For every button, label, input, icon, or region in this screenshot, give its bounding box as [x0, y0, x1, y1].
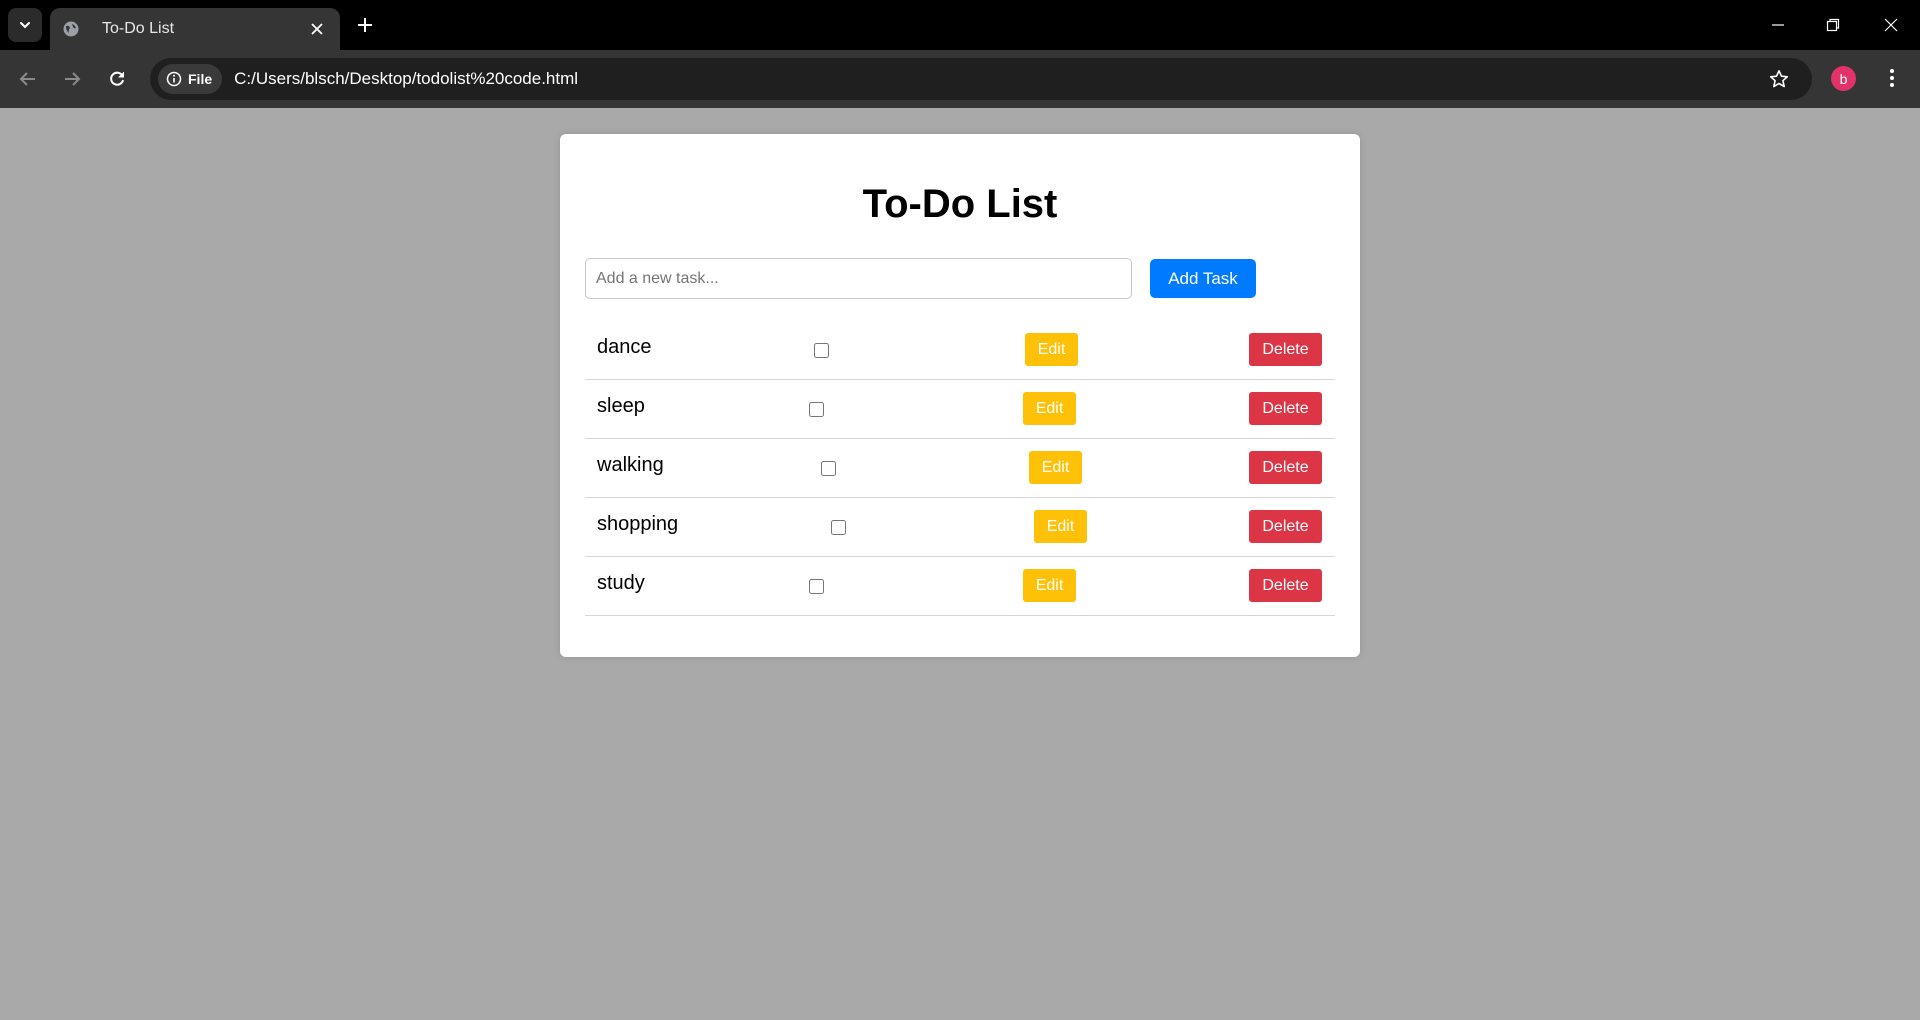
edit-task-button[interactable]: Edit — [1025, 333, 1078, 366]
task-row: study Edit Delete — [585, 557, 1335, 616]
arrow-left-icon — [19, 72, 35, 86]
task-text: shopping — [597, 513, 679, 535]
todo-card: To-Do List Add Task dance Edit Delete sl… — [560, 134, 1360, 657]
delete-task-button[interactable]: Delete — [1249, 333, 1322, 366]
delete-task-button[interactable]: Delete — [1249, 451, 1322, 484]
task-complete-checkbox[interactable] — [831, 520, 846, 535]
close-window-button[interactable] — [1876, 10, 1906, 40]
minimize-button[interactable] — [1763, 10, 1793, 40]
browser-tab[interactable]: To-Do List — [50, 8, 340, 50]
site-info-chip[interactable]: File — [158, 64, 223, 94]
task-text: sleep — [597, 395, 645, 417]
tab-search-button[interactable] — [8, 8, 42, 42]
chevron-down-icon — [20, 22, 30, 29]
task-complete-checkbox[interactable] — [809, 579, 824, 594]
page-title: To-Do List — [862, 182, 1058, 226]
task-row: dance Edit Delete — [585, 321, 1335, 380]
task-row: walking Edit Delete — [585, 439, 1335, 498]
arrow-right-icon — [65, 72, 81, 86]
task-row: shopping Edit Delete — [585, 498, 1335, 557]
minimize-icon — [1772, 24, 1784, 26]
profile-avatar[interactable]: b — [1831, 66, 1856, 91]
browser-menu-button[interactable] — [1878, 64, 1906, 92]
close-icon — [1884, 18, 1898, 32]
restore-icon — [1826, 18, 1840, 32]
task-complete-checkbox[interactable] — [821, 461, 836, 476]
task-list: dance Edit Delete sleep Edit Delete walk… — [585, 321, 1335, 616]
task-complete-checkbox[interactable] — [814, 343, 829, 358]
task-text: dance — [597, 336, 652, 358]
more-vertical-icon — [1890, 69, 1894, 87]
edit-task-button[interactable]: Edit — [1023, 569, 1076, 602]
add-task-button[interactable]: Add Task — [1150, 259, 1256, 298]
url-text[interactable]: C:/Users/blsch/Desktop/todolist%20code.h… — [234, 69, 1764, 89]
browser-toolbar: File C:/Users/blsch/Desktop/todolist%20c… — [0, 50, 1920, 108]
task-text: walking — [597, 454, 664, 476]
plus-icon — [358, 18, 372, 32]
delete-task-button[interactable]: Delete — [1249, 510, 1322, 543]
globe-icon — [62, 20, 80, 38]
reload-button[interactable] — [101, 63, 133, 95]
delete-task-button[interactable]: Delete — [1249, 392, 1322, 425]
info-icon — [166, 71, 182, 87]
bookmark-star-icon[interactable] — [1764, 64, 1794, 94]
close-tab-icon[interactable] — [306, 18, 328, 40]
edit-task-button[interactable]: Edit — [1034, 510, 1087, 543]
edit-task-button[interactable]: Edit — [1023, 392, 1076, 425]
restore-button[interactable] — [1818, 10, 1848, 40]
address-bar[interactable]: File C:/Users/blsch/Desktop/todolist%20c… — [150, 58, 1812, 100]
task-complete-checkbox[interactable] — [809, 402, 824, 417]
new-tab-button[interactable] — [352, 12, 378, 38]
new-task-input[interactable] — [585, 258, 1132, 299]
back-button[interactable] — [12, 63, 44, 95]
file-chip-label: File — [188, 71, 213, 87]
edit-task-button[interactable]: Edit — [1029, 451, 1082, 484]
task-text: study — [597, 572, 645, 594]
reload-icon — [110, 71, 124, 86]
browser-titlebar: To-Do List — [0, 0, 1920, 50]
delete-task-button[interactable]: Delete — [1249, 569, 1322, 602]
task-row: sleep Edit Delete — [585, 380, 1335, 439]
tab-title: To-Do List — [102, 20, 175, 37]
forward-button[interactable] — [56, 63, 88, 95]
